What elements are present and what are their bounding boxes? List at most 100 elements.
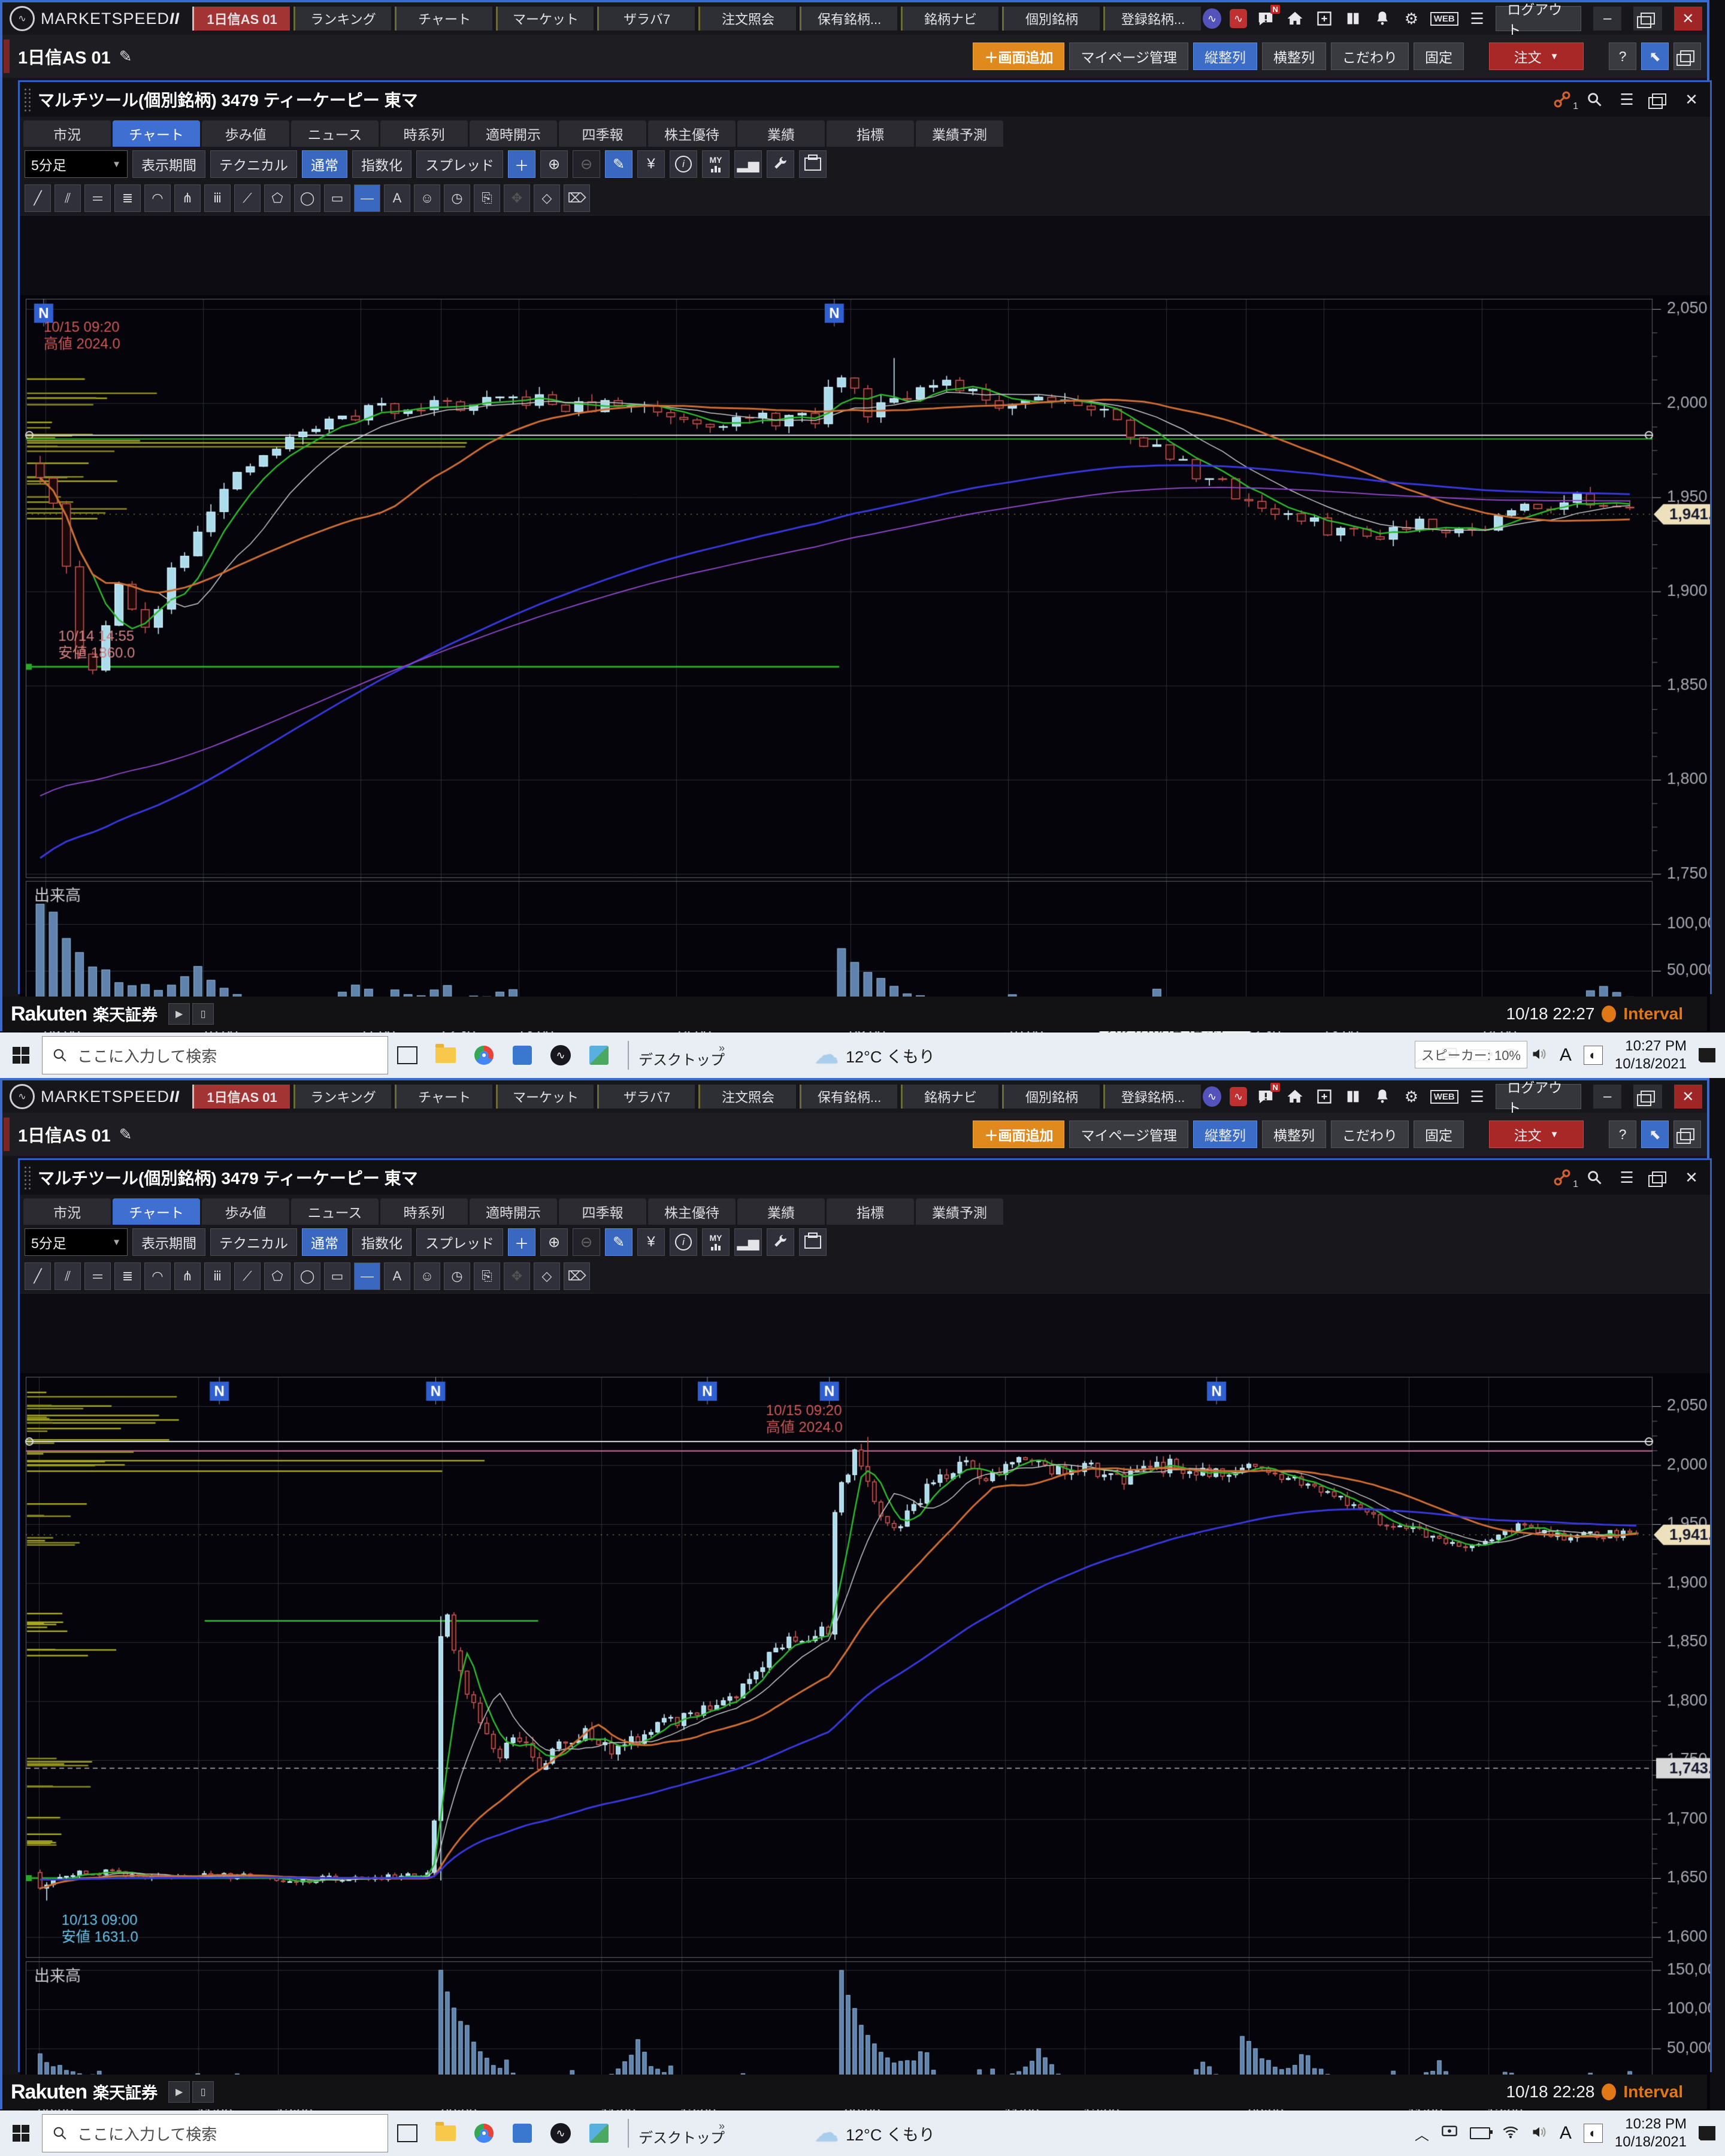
menu-item[interactable]: 銘柄ナビ bbox=[901, 1085, 998, 1109]
toolbar-button[interactable]: 表示期間 bbox=[132, 150, 205, 178]
toolbar-button[interactable]: テクニカル bbox=[210, 150, 297, 178]
edit-pencil-icon[interactable]: ✎ bbox=[119, 47, 132, 66]
draw-tool-icon[interactable]: ⋔ bbox=[174, 184, 201, 212]
file-explorer-icon[interactable] bbox=[426, 1032, 465, 1078]
chart-app-icon[interactable]: ∿ bbox=[1230, 9, 1247, 28]
draw-tool-icon[interactable]: ╱ bbox=[25, 184, 51, 212]
taskbar-clock[interactable]: 10:27 PM 10/18/2021 bbox=[1615, 1037, 1687, 1073]
draw-tool-icon[interactable]: ◇ bbox=[534, 1262, 560, 1290]
menu-item[interactable]: 個別銘柄 bbox=[1002, 1085, 1100, 1109]
logout-button[interactable]: ログアウト bbox=[1496, 6, 1581, 31]
menu-item[interactable]: 銘柄ナビ bbox=[901, 7, 998, 31]
draw-tool-icon[interactable]: ≣ bbox=[114, 184, 141, 212]
chrome-icon[interactable] bbox=[465, 2110, 503, 2156]
drag-grip[interactable] bbox=[23, 1165, 32, 1189]
taskbar-search-input[interactable]: ここに入力して検索 bbox=[42, 2114, 388, 2152]
draw-tool-icon[interactable]: ☺ bbox=[414, 1262, 440, 1290]
tab-適時開示[interactable]: 適時開示 bbox=[470, 120, 557, 147]
caption-button[interactable]: 縦整列 bbox=[1193, 1121, 1257, 1148]
draw-tool-icon[interactable]: A bbox=[384, 184, 410, 212]
draw-pencil-icon[interactable]: ✎ bbox=[605, 1228, 632, 1256]
menu-item[interactable]: 注文照会 bbox=[698, 7, 796, 31]
cascade-icon[interactable] bbox=[1648, 1166, 1670, 1189]
draw-tool-icon[interactable]: ≣ bbox=[114, 1262, 141, 1290]
toolbar-button[interactable]: 指数化 bbox=[352, 1228, 411, 1256]
battery-icon[interactable] bbox=[1470, 2127, 1490, 2139]
caption-button[interactable]: 横整列 bbox=[1262, 43, 1326, 70]
price-chart-canvas[interactable] bbox=[20, 295, 1710, 1072]
drag-grip[interactable] bbox=[23, 87, 32, 111]
app-blue-icon[interactable] bbox=[503, 2110, 541, 2156]
ime-ball-icon[interactable]: ◐ bbox=[1584, 1046, 1603, 1065]
caption-button[interactable]: 固定 bbox=[1414, 43, 1464, 70]
tab-歩み値[interactable]: 歩み値 bbox=[202, 1198, 289, 1225]
toolbar-button[interactable]: 通常 bbox=[302, 150, 347, 178]
cascade-icon[interactable] bbox=[1648, 88, 1670, 111]
chrome-icon[interactable] bbox=[465, 1032, 503, 1078]
notification-center-icon[interactable] bbox=[1699, 2126, 1715, 2140]
draw-tool-icon[interactable]: ⌦ bbox=[564, 1262, 590, 1290]
image-viewer-icon[interactable] bbox=[580, 2110, 618, 2156]
toolbar-button[interactable]: テクニカル bbox=[210, 1228, 297, 1256]
draw-tool-icon[interactable]: ⬠ bbox=[264, 184, 290, 212]
menu-item[interactable]: 保有銘柄... bbox=[800, 1085, 897, 1109]
draw-tool-icon[interactable]: ◯ bbox=[294, 1262, 320, 1290]
caption-button[interactable]: 横整列 bbox=[1262, 1121, 1326, 1148]
draw-tool-icon[interactable]: ◯ bbox=[294, 184, 320, 212]
close-button[interactable]: ✕ bbox=[1674, 7, 1702, 31]
desktop-toolbar[interactable]: » デスクトップ bbox=[638, 1043, 725, 1068]
start-button[interactable] bbox=[0, 1032, 42, 1078]
tab-業績[interactable]: 業績 bbox=[737, 1198, 825, 1225]
tab-四季報[interactable]: 四季報 bbox=[559, 120, 646, 147]
draw-tool-icon[interactable]: ⅲ bbox=[204, 184, 231, 212]
app-blue-icon[interactable] bbox=[503, 1032, 541, 1078]
marketspeed-taskbar-icon[interactable]: ∿ bbox=[541, 1032, 580, 1078]
menu-item[interactable]: 登録銘柄... bbox=[1103, 7, 1201, 31]
minimize-button[interactable]: – bbox=[1593, 1085, 1621, 1109]
marketspeed-round-icon[interactable]: ∿ bbox=[1203, 8, 1221, 29]
footer-panel-button[interactable]: ▯ bbox=[192, 2081, 214, 2103]
file-explorer-icon[interactable] bbox=[426, 2110, 465, 2156]
draw-tool-icon[interactable]: ⫽ bbox=[55, 184, 81, 212]
footer-panel-button[interactable]: ▯ bbox=[192, 1003, 214, 1025]
tab-ニュース[interactable]: ニュース bbox=[291, 1198, 379, 1225]
tab-業績予測[interactable]: 業績予測 bbox=[916, 1198, 1003, 1225]
add-screen-button[interactable]: ＋画面追加 bbox=[973, 1121, 1064, 1148]
order-button[interactable]: 注文▼ bbox=[1489, 43, 1584, 70]
zoom-in-icon[interactable]: ⊕ bbox=[540, 1228, 568, 1256]
draw-tool-icon[interactable]: ― bbox=[354, 1262, 380, 1290]
gear-icon[interactable]: ⚙ bbox=[1401, 7, 1422, 30]
menu-item[interactable]: チャート bbox=[395, 1085, 492, 1109]
period-select[interactable]: 5分足▼ bbox=[25, 1228, 128, 1256]
layout-button[interactable] bbox=[1673, 1121, 1701, 1148]
popout-button[interactable]: ⬉ bbox=[1641, 43, 1669, 70]
menu-item[interactable]: ランキング bbox=[293, 7, 391, 31]
close-button[interactable]: ✕ bbox=[1674, 1085, 1702, 1109]
toolbar-button[interactable]: 表示期間 bbox=[132, 1228, 205, 1256]
footer-expand-button[interactable]: ▶ bbox=[168, 1003, 190, 1025]
tab-業績予測[interactable]: 業績予測 bbox=[916, 120, 1003, 147]
toolbar-button[interactable]: スプレッド bbox=[416, 150, 503, 178]
search-icon[interactable] bbox=[1583, 88, 1606, 111]
marketspeed-round-icon[interactable]: ∿ bbox=[1203, 1086, 1221, 1107]
popout-button[interactable]: ⬉ bbox=[1641, 1121, 1669, 1148]
desktop-toolbar[interactable]: » デスクトップ bbox=[638, 2121, 725, 2146]
order-button[interactable]: 注文▼ bbox=[1489, 1121, 1584, 1148]
zoom-out-icon[interactable]: ⊖ bbox=[573, 150, 600, 178]
add-window-icon[interactable] bbox=[1314, 1085, 1334, 1108]
start-button[interactable] bbox=[0, 2110, 42, 2156]
draw-tool-icon[interactable]: ― bbox=[354, 184, 380, 212]
draw-tool-icon[interactable]: ╱ bbox=[25, 1262, 51, 1290]
tab-四季報[interactable]: 四季報 bbox=[559, 1198, 646, 1225]
tab-時系列[interactable]: 時系列 bbox=[380, 1198, 468, 1225]
tab-適時開示[interactable]: 適時開示 bbox=[470, 1198, 557, 1225]
settings-wrench-icon[interactable] bbox=[767, 150, 794, 178]
speaker-icon[interactable] bbox=[1531, 2125, 1548, 2142]
caption-button[interactable]: こだわり bbox=[1331, 43, 1409, 70]
task-view-icon[interactable] bbox=[388, 2110, 426, 2156]
home-icon[interactable] bbox=[1285, 1085, 1306, 1108]
wifi-icon[interactable] bbox=[1502, 2125, 1519, 2142]
bell-icon[interactable] bbox=[1372, 1085, 1393, 1108]
draw-tool-icon[interactable]: ◠ bbox=[144, 1262, 171, 1290]
draw-tool-icon[interactable]: ✥ bbox=[504, 1262, 530, 1290]
